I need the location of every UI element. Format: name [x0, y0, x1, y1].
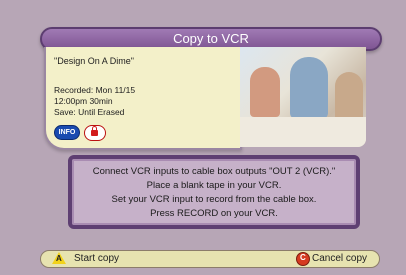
c-button-key: C [300, 253, 306, 262]
a-button-icon[interactable]: A [52, 252, 66, 264]
a-button-key: A [56, 254, 62, 263]
thumbnail-table [240, 117, 366, 147]
instructions-box: Connect VCR inputs to cable box outputs … [68, 155, 360, 229]
program-badges: INFO [54, 125, 106, 141]
screen: Copy to VCR "Design On A Dime" Recorded:… [0, 0, 406, 275]
lock-icon [84, 125, 106, 141]
program-thumbnail [240, 47, 366, 147]
recording-time: 12:00pm 30min [54, 96, 113, 106]
info-button[interactable]: INFO [54, 125, 80, 140]
instruction-line: Press RECORD on your VCR. [150, 208, 278, 219]
recorded-date: Recorded: Mon 11/15 [54, 85, 136, 95]
c-button-icon[interactable]: C [296, 252, 310, 266]
instruction-line: Connect VCR inputs to cable box outputs … [92, 166, 336, 177]
instruction-line: Place a blank tape in your VCR. [146, 180, 282, 191]
program-title: "Design On A Dime" [54, 56, 134, 66]
thumbnail-person [250, 67, 280, 117]
save-setting: Save: Until Erased [54, 107, 125, 117]
cancel-copy-button[interactable]: Cancel copy [312, 253, 367, 264]
program-info-card: "Design On A Dime" Recorded: Mon 11/15 1… [44, 47, 242, 150]
start-copy-button[interactable]: Start copy [74, 253, 119, 264]
instruction-line: Set your VCR input to record from the ca… [111, 194, 317, 205]
thumbnail-person [290, 57, 328, 119]
